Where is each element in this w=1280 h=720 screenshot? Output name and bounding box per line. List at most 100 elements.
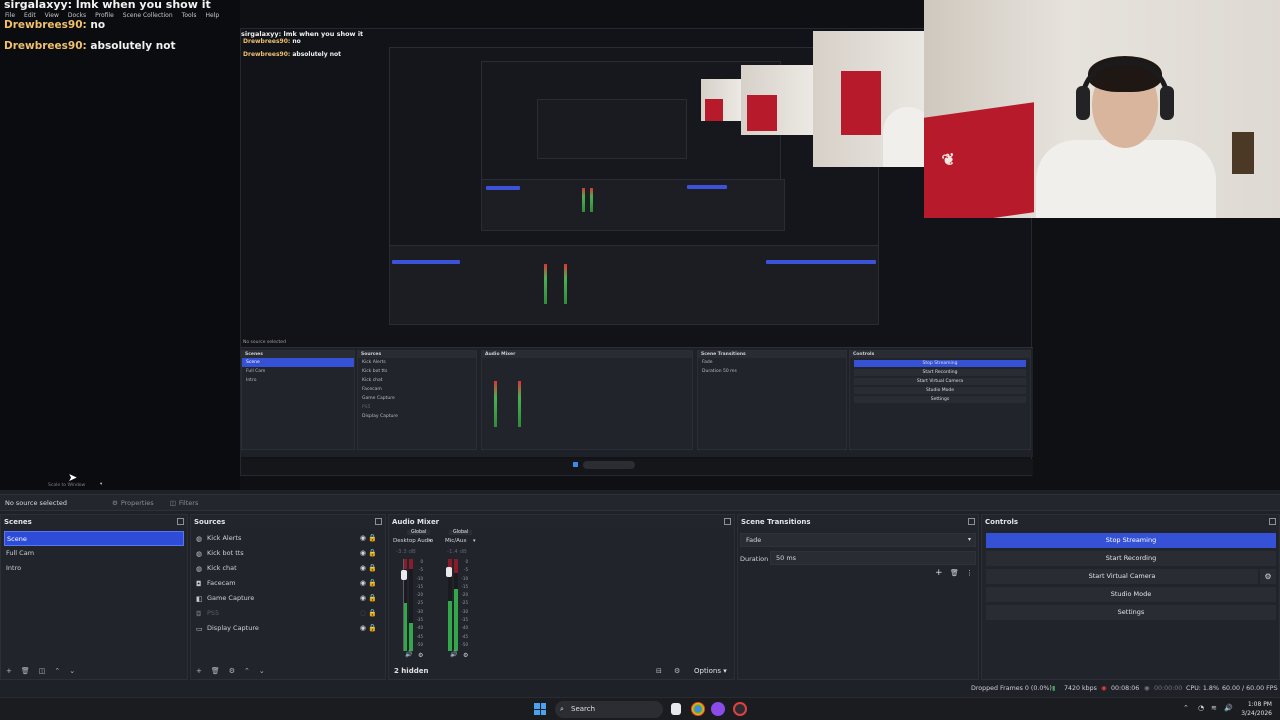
layout-icon[interactable]: ⊟ [656, 667, 662, 675]
eye-icon[interactable]: ◉ [360, 531, 366, 546]
speaker-icon[interactable]: 🔊 [450, 651, 457, 658]
eye-hidden-icon[interactable]: ◌ [360, 606, 366, 621]
taskbar-clock[interactable]: 1:08 PM 3/24/2026 [1241, 700, 1272, 718]
lock-icon[interactable]: 🔒 [368, 621, 377, 636]
windows-start-icon[interactable] [534, 703, 546, 715]
channel-name[interactable]: Desktop Audio [393, 538, 433, 544]
move-up-icon[interactable]: ⌃ [244, 667, 250, 675]
dock-float-icon[interactable] [724, 518, 731, 525]
dock-float-icon[interactable] [968, 518, 975, 525]
trash-icon[interactable]: 🗑 [211, 667, 220, 675]
eye-icon[interactable]: ◉ [360, 591, 366, 606]
move-up-icon[interactable]: ⌃ [54, 667, 60, 675]
transition-select[interactable]: Fade ▾ [740, 533, 976, 547]
start-virtual-camera-button[interactable]: Start Virtual Camera [986, 569, 1258, 584]
move-down-icon[interactable]: ⌄ [69, 667, 75, 675]
preview-scale-row: Scale to Window ▾ ➤ [0, 471, 1280, 491]
dock-float-icon[interactable] [177, 518, 184, 525]
lock-icon[interactable]: 🔒 [368, 576, 377, 591]
chevron-down-icon[interactable]: ▾ [100, 482, 102, 487]
scene-item-intro[interactable]: Intro [1, 561, 187, 576]
scene-item-scene[interactable]: Scene [4, 531, 184, 546]
source-item[interactable]: ◍ Kick bot tts ◉ 🔒 [191, 546, 385, 561]
lock-icon[interactable]: 🔒 [368, 531, 377, 546]
source-item[interactable]: ◘ PS5 ◌ 🔒 [191, 606, 385, 621]
file-explorer-icon[interactable] [671, 703, 681, 715]
gear-icon[interactable]: ⚙ [1260, 569, 1276, 584]
trash-icon[interactable]: 🗑 [950, 569, 959, 577]
gear-icon[interactable]: ⚙ [463, 652, 468, 659]
properties-button[interactable]: ⚙ Properties [112, 499, 154, 507]
chevron-down-icon[interactable]: ▾ [429, 538, 432, 544]
add-icon[interactable]: + [935, 568, 943, 578]
obs-icon[interactable] [733, 702, 747, 716]
eye-icon[interactable]: ◉ [360, 561, 366, 576]
menu-scene-collection[interactable]: Scene Collection [123, 12, 173, 23]
dock-title: Controls [982, 515, 1279, 529]
chrome-icon[interactable] [691, 702, 705, 716]
gamepad-icon: ◧ [196, 595, 203, 603]
record-icon: ◉ [1144, 685, 1150, 692]
gear-icon[interactable]: ⚙ [229, 667, 235, 675]
more-icon[interactable]: ⋮ [966, 569, 973, 577]
db-scale: 0 -5 -10 -15 -20 -25 -30 -35 -40 -45 -50 [461, 559, 468, 647]
trash-icon[interactable]: 🗑 [21, 667, 30, 675]
camera-icon: ◘ [196, 610, 202, 618]
source-item[interactable]: ◍ Kick Alerts ◉ 🔒 [191, 531, 385, 546]
scene-item-full-cam[interactable]: Full Cam [1, 546, 187, 561]
sources-dock: Sources ◍ Kick Alerts ◉ 🔒 ◍ Kick bot tts ◉ 🔒 ◍… [190, 514, 386, 680]
source-item[interactable]: ◍ Kick chat ◉ 🔒 [191, 561, 385, 576]
hidden-count: 2 hidden [394, 666, 429, 675]
chevron-down-icon[interactable]: ▾ [473, 538, 476, 544]
chevron-down-icon: ▾ [967, 536, 971, 543]
dock-title: Scene Transitions [738, 515, 978, 529]
studio-mode-button[interactable]: Studio Mode [986, 587, 1276, 602]
menu-tools[interactable]: Tools [182, 12, 197, 23]
app-icon[interactable] [711, 702, 725, 716]
menu-help[interactable]: Help [205, 12, 219, 23]
eye-icon[interactable]: ◉ [360, 546, 366, 561]
preview-left-area [0, 0, 240, 490]
lock-icon[interactable]: 🔒 [368, 591, 377, 606]
shelf-object [1232, 132, 1254, 174]
preview-canvas[interactable]: sirgalaxyy: lmk when you show it Drewbre… [0, 0, 1280, 490]
gear-icon[interactable]: ⚙ [674, 667, 680, 675]
settings-button[interactable]: Settings [986, 605, 1276, 620]
speaker-icon[interactable]: 🔊 [405, 651, 412, 658]
scale-select[interactable]: Scale to Window [48, 483, 85, 488]
dock-float-icon[interactable] [375, 518, 382, 525]
network-icon[interactable]: ◔ [1198, 704, 1204, 712]
no-source-label: No source selected [5, 498, 67, 507]
monitor-icon: ▭ [196, 625, 203, 633]
dock-title: Scenes [1, 515, 187, 529]
source-item[interactable]: ▭ Display Capture ◉ 🔒 [191, 621, 385, 636]
volume-icon[interactable]: 🔊 [1224, 704, 1233, 712]
channel-name[interactable]: Mic/Aux [445, 538, 467, 544]
scene-filters-icon[interactable]: ◫ [39, 667, 46, 675]
duration-input[interactable]: 50 ms [770, 551, 976, 565]
volume-fader[interactable] [446, 567, 452, 577]
options-button[interactable]: Options ▾ [694, 667, 727, 675]
filter-icon: ◫ [169, 498, 176, 507]
stop-streaming-button[interactable]: Stop Streaming [986, 533, 1276, 548]
source-item[interactable]: ◧ Game Capture ◉ 🔒 [191, 591, 385, 606]
filters-button[interactable]: ◫ Filters [170, 499, 199, 507]
lock-icon[interactable]: 🔒 [368, 546, 377, 561]
source-item[interactable]: ◘ Facecam ◉ 🔒 [191, 576, 385, 591]
signal-icon: ▮ [1052, 685, 1056, 692]
gear-icon[interactable]: ⚙ [418, 652, 423, 659]
eye-icon[interactable]: ◉ [360, 576, 366, 591]
add-icon[interactable]: + [196, 667, 202, 675]
lock-icon[interactable]: 🔒 [368, 561, 377, 576]
dock-float-icon[interactable] [1269, 518, 1276, 525]
mouse-cursor-icon: ➤ [68, 471, 78, 484]
taskbar-search[interactable]: ⌕ Search [555, 701, 663, 718]
eye-icon[interactable]: ◉ [360, 621, 366, 636]
start-recording-button[interactable]: Start Recording [986, 551, 1276, 566]
volume-fader[interactable] [401, 570, 407, 580]
lock-icon[interactable]: 🔒 [368, 606, 377, 621]
chevron-up-icon[interactable]: ⌃ [1183, 704, 1189, 712]
add-icon[interactable]: + [6, 667, 12, 675]
wifi-icon[interactable]: ≋ [1211, 704, 1217, 712]
move-down-icon[interactable]: ⌄ [259, 667, 265, 675]
